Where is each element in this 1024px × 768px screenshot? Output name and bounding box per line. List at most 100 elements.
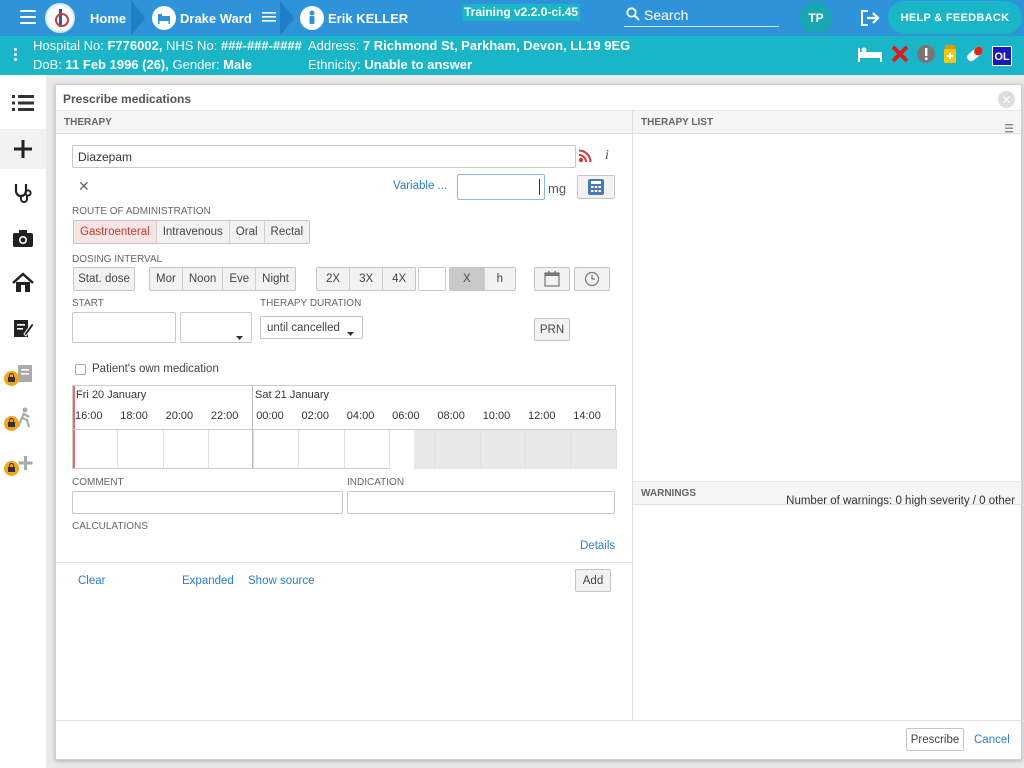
timeline-day-2: Sat 21 January <box>255 389 329 401</box>
clear-x-icon[interactable]: ✕ <box>78 178 90 195</box>
show-source-link[interactable]: Show source <box>248 575 314 587</box>
calculator-button[interactable] <box>577 175 615 199</box>
plus-icon[interactable] <box>0 129 46 169</box>
logout-icon[interactable] <box>860 9 880 30</box>
camera-icon[interactable] <box>0 218 46 258</box>
timeline-cell[interactable] <box>118 430 164 469</box>
info-icon[interactable]: i <box>605 148 609 164</box>
indication-input[interactable] <box>347 491 615 514</box>
schedule-button[interactable] <box>574 267 610 291</box>
timeline-row[interactable] <box>73 429 617 469</box>
timeline-cell[interactable] <box>254 430 300 469</box>
stat-dose-button[interactable]: Stat. dose <box>73 267 135 291</box>
breadcrumb-home-label[interactable]: Home <box>90 11 126 26</box>
close-icon[interactable]: ✕ <box>998 91 1015 108</box>
timeline-cell[interactable] <box>209 430 255 469</box>
timeline-cell[interactable] <box>435 430 481 469</box>
add-button[interactable]: Add <box>575 569 611 592</box>
therapy-header: THERAPY <box>56 110 632 134</box>
timeline-cell[interactable] <box>164 430 209 469</box>
stethoscope-icon[interactable] <box>0 173 46 213</box>
unit-times[interactable]: X <box>450 268 485 290</box>
menu-icon[interactable] <box>1005 119 1013 143</box>
start-label: START <box>72 298 104 309</box>
multiplier-4x[interactable]: 4X <box>383 268 415 290</box>
timeline-day-1: Fri 20 January <box>76 389 147 401</box>
ol-badge[interactable]: OL <box>992 45 1012 66</box>
help-feedback-button[interactable]: HELP & FEEDBACK <box>888 1 1022 34</box>
calendar-button[interactable] <box>534 267 570 291</box>
therapy-duration-select[interactable]: until cancelled <box>260 316 363 339</box>
route-oral[interactable]: Oral <box>230 221 265 243</box>
no-allergies-icon[interactable] <box>890 44 910 67</box>
search-placeholder: Search <box>644 7 689 23</box>
menu-icon[interactable] <box>20 10 36 24</box>
multiplier-2x[interactable]: 2X <box>317 268 351 290</box>
signal-icon[interactable] <box>578 149 592 166</box>
comment-input[interactable] <box>72 491 343 514</box>
caret-down-icon <box>236 325 243 347</box>
clock-icon <box>584 271 600 287</box>
timeline-cell[interactable] <box>571 430 617 469</box>
cancel-link[interactable]: Cancel <box>974 734 1010 746</box>
route-intravenous[interactable]: Intravenous <box>157 221 230 243</box>
breadcrumb-ward-label[interactable]: Drake Ward <box>180 11 252 26</box>
multiplier-3x[interactable]: 3X <box>350 268 384 290</box>
timeline-cell[interactable] <box>73 430 119 469</box>
prescribe-button[interactable]: Prescribe <box>906 728 964 751</box>
timeline-cell[interactable] <box>300 430 345 469</box>
route-rectal[interactable]: Rectal <box>265 221 310 243</box>
breadcrumb-patient-label[interactable]: Erik KELLER <box>328 11 408 26</box>
own-medication-checkbox[interactable] <box>75 364 86 375</box>
start-date-input[interactable] <box>72 312 176 343</box>
timeline-cell[interactable] <box>480 430 526 469</box>
time-noon[interactable]: Noon <box>183 268 224 290</box>
alert-icon[interactable] <box>916 44 936 67</box>
warnings-title: WARNINGS <box>641 488 696 499</box>
breadcrumb-home[interactable]: Home <box>90 0 126 36</box>
prn-button[interactable]: PRN <box>534 318 570 341</box>
nhs-label: NHS No: <box>166 38 218 53</box>
clear-link[interactable]: Clear <box>78 575 105 587</box>
unit-hours[interactable]: h <box>485 268 515 290</box>
time-evening[interactable]: Eve <box>223 268 257 290</box>
details-link[interactable]: Details <box>580 540 615 552</box>
bed-icon <box>152 6 176 30</box>
bed-icon[interactable] <box>856 44 884 67</box>
timeline-cell[interactable] <box>390 430 436 469</box>
app-logo[interactable] <box>45 3 75 33</box>
timeline-hour: 18:00 <box>120 410 148 422</box>
medication-bottle-icon[interactable] <box>942 44 958 67</box>
user-avatar[interactable]: TP <box>800 2 832 34</box>
add-locked-icon[interactable] <box>0 443 46 483</box>
pill-icon[interactable] <box>964 44 986 67</box>
address-info: Address: 7 Richmond St, Parkham, Devon, … <box>308 38 630 53</box>
time-morning[interactable]: Mor <box>150 268 183 290</box>
timeline-cell[interactable] <box>345 430 391 469</box>
list-icon[interactable] <box>0 83 46 123</box>
start-time-select[interactable] <box>180 312 252 343</box>
variable-dose-link[interactable]: Variable ... <box>393 180 447 192</box>
more-vertical-icon[interactable] <box>14 48 18 63</box>
route-gastroenteral[interactable]: Gastroenteral <box>74 221 157 243</box>
timeline-hour: 10:00 <box>482 410 511 422</box>
timeline-hour: 16:00 <box>75 410 103 422</box>
list-icon[interactable] <box>261 11 276 26</box>
walking-locked-icon[interactable] <box>0 398 46 438</box>
home-icon[interactable] <box>0 263 46 303</box>
time-night[interactable]: Night <box>256 268 295 290</box>
timeline-hour: 02:00 <box>301 410 330 422</box>
drug-search-input[interactable]: Diazepam <box>72 145 576 168</box>
warnings-header: WARNINGS Number of warnings: 0 high seve… <box>633 481 1021 507</box>
breadcrumb-ward[interactable]: Drake Ward <box>152 0 276 36</box>
expanded-link[interactable]: Expanded <box>182 575 234 587</box>
clipboard-locked-icon[interactable] <box>0 353 46 393</box>
search-input[interactable]: Search <box>624 4 779 27</box>
frequency-input[interactable] <box>418 267 446 291</box>
route-selector: Gastroenteral Intravenous Oral Rectal <box>73 220 311 244</box>
dose-input[interactable] <box>457 174 545 200</box>
edit-notes-icon[interactable] <box>0 308 46 348</box>
panel-divider <box>632 110 633 720</box>
breadcrumb-patient[interactable]: Erik KELLER <box>300 0 408 36</box>
timeline-cell[interactable] <box>526 430 572 469</box>
